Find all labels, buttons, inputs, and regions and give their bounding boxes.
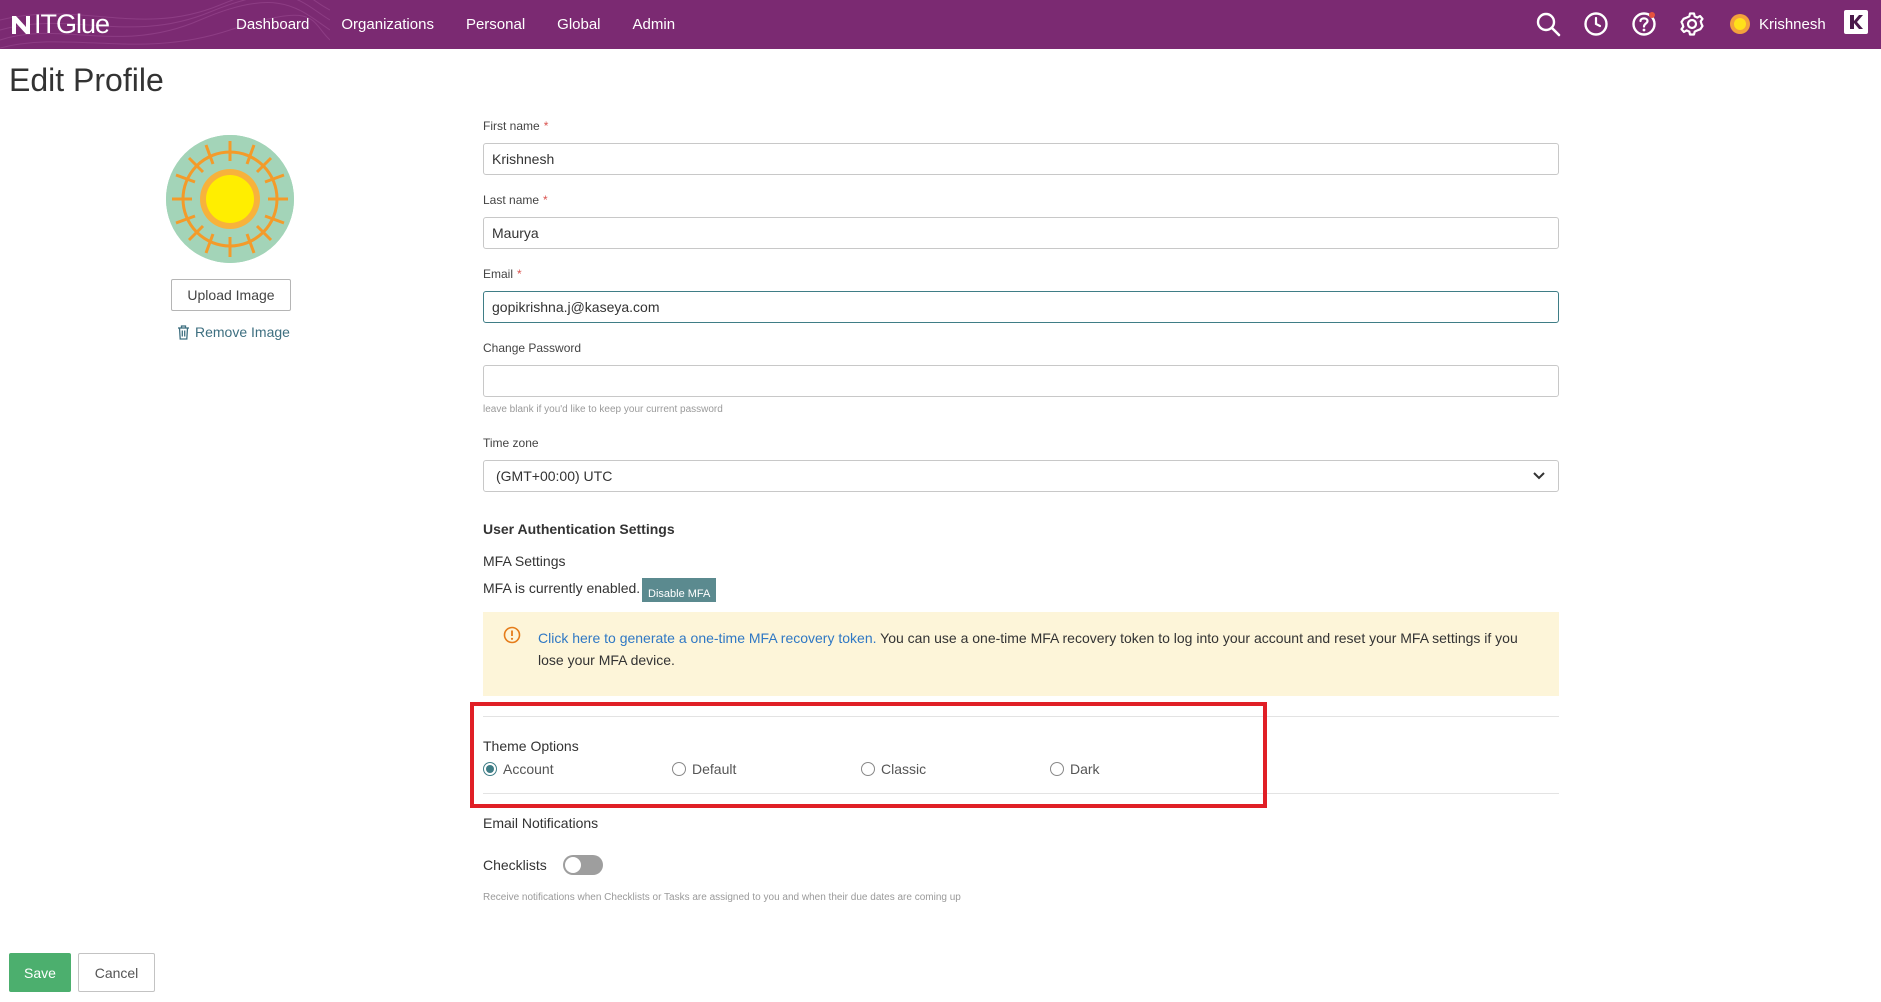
- gear-icon: [1680, 12, 1704, 36]
- clock-icon: [1584, 12, 1608, 36]
- first-name-label: First name *: [483, 119, 548, 133]
- last-name-label-text: Last name: [483, 193, 540, 207]
- logo-text: ITGlue: [34, 9, 110, 39]
- email-label: Email *: [483, 267, 522, 281]
- chevron-down-icon: [1533, 472, 1545, 480]
- main-nav: Dashboard Organizations Personal Global …: [236, 0, 707, 49]
- kaseya-logo[interactable]: [1844, 10, 1868, 34]
- page-title: Edit Profile: [9, 62, 164, 98]
- remove-image-link[interactable]: Remove Image: [177, 324, 290, 340]
- recent-activity-button[interactable]: [1580, 8, 1612, 40]
- help-button[interactable]: [1628, 8, 1660, 40]
- auth-settings-heading: User Authentication Settings: [483, 521, 675, 537]
- kaseya-k-icon: [1850, 15, 1863, 29]
- first-name-label-text: First name: [483, 119, 540, 133]
- remove-image-label: Remove Image: [195, 324, 290, 340]
- password-hint: leave blank if you'd like to keep your c…: [483, 404, 723, 415]
- itglue-logo-mark-icon: [12, 15, 30, 34]
- mfa-recovery-message: Click here to generate a one-time MFA re…: [538, 627, 1538, 671]
- nav-global[interactable]: Global: [557, 16, 600, 33]
- last-name-label: Last name *: [483, 193, 548, 207]
- last-name-input[interactable]: Maurya: [483, 217, 1559, 249]
- change-password-label: Change Password: [483, 341, 582, 355]
- time-zone-select[interactable]: (GMT+00:00) UTC: [483, 460, 1559, 492]
- required-mark: *: [543, 119, 549, 133]
- profile-avatar: [166, 135, 294, 263]
- search-button[interactable]: [1532, 8, 1564, 40]
- upload-image-button[interactable]: Upload Image: [171, 279, 291, 311]
- search-icon: [1536, 12, 1561, 37]
- settings-button[interactable]: [1676, 8, 1708, 40]
- change-password-input[interactable]: [483, 365, 1559, 397]
- theme-options-highlight-box: [470, 702, 1267, 808]
- checklists-toggle[interactable]: [563, 855, 603, 875]
- checklists-label: Checklists: [483, 857, 547, 873]
- email-input[interactable]: gopikrishna.j@kaseya.com: [483, 291, 1559, 323]
- nav-admin[interactable]: Admin: [633, 16, 676, 33]
- user-name: Krishnesh: [1759, 15, 1826, 33]
- disable-mfa-button[interactable]: Disable MFA: [642, 578, 717, 602]
- sun-avatar-image: [166, 135, 294, 263]
- itglue-logo[interactable]: ITGlue: [10, 9, 110, 40]
- cancel-button[interactable]: Cancel: [78, 953, 155, 992]
- user-menu[interactable]: Krishnesh: [1729, 9, 1826, 39]
- required-mark: *: [517, 267, 522, 281]
- top-navigation-bar: ITGlue Dashboard Organizations Personal …: [0, 0, 1881, 49]
- user-avatar-icon: [1730, 14, 1750, 34]
- toggle-knob: [565, 857, 581, 873]
- help-icon: [1632, 12, 1656, 36]
- mfa-status-text: MFA is currently enabled.: [483, 580, 641, 596]
- mfa-settings-label: MFA Settings: [483, 553, 566, 569]
- required-mark: *: [543, 193, 548, 207]
- nav-organizations[interactable]: Organizations: [341, 16, 434, 33]
- trash-icon: [178, 324, 189, 340]
- mfa-recovery-notice: Click here to generate a one-time MFA re…: [483, 612, 1559, 696]
- warning-icon: [503, 626, 521, 644]
- first-name-input[interactable]: Krishnesh: [483, 143, 1559, 175]
- nav-personal[interactable]: Personal: [466, 16, 525, 33]
- nav-dashboard[interactable]: Dashboard: [236, 16, 309, 33]
- avatar-column: Upload Image Remove Image: [166, 135, 296, 340]
- email-notifications-heading: Email Notifications: [483, 815, 599, 831]
- time-zone-label: Time zone: [483, 436, 539, 450]
- checklists-hint: Receive notifications when Checklists or…: [483, 892, 961, 903]
- save-button[interactable]: Save: [9, 953, 71, 992]
- generate-recovery-token-link[interactable]: Click here to generate a one-time MFA re…: [538, 630, 877, 646]
- email-label-text: Email: [483, 267, 514, 281]
- time-zone-value: (GMT+00:00) UTC: [496, 468, 613, 484]
